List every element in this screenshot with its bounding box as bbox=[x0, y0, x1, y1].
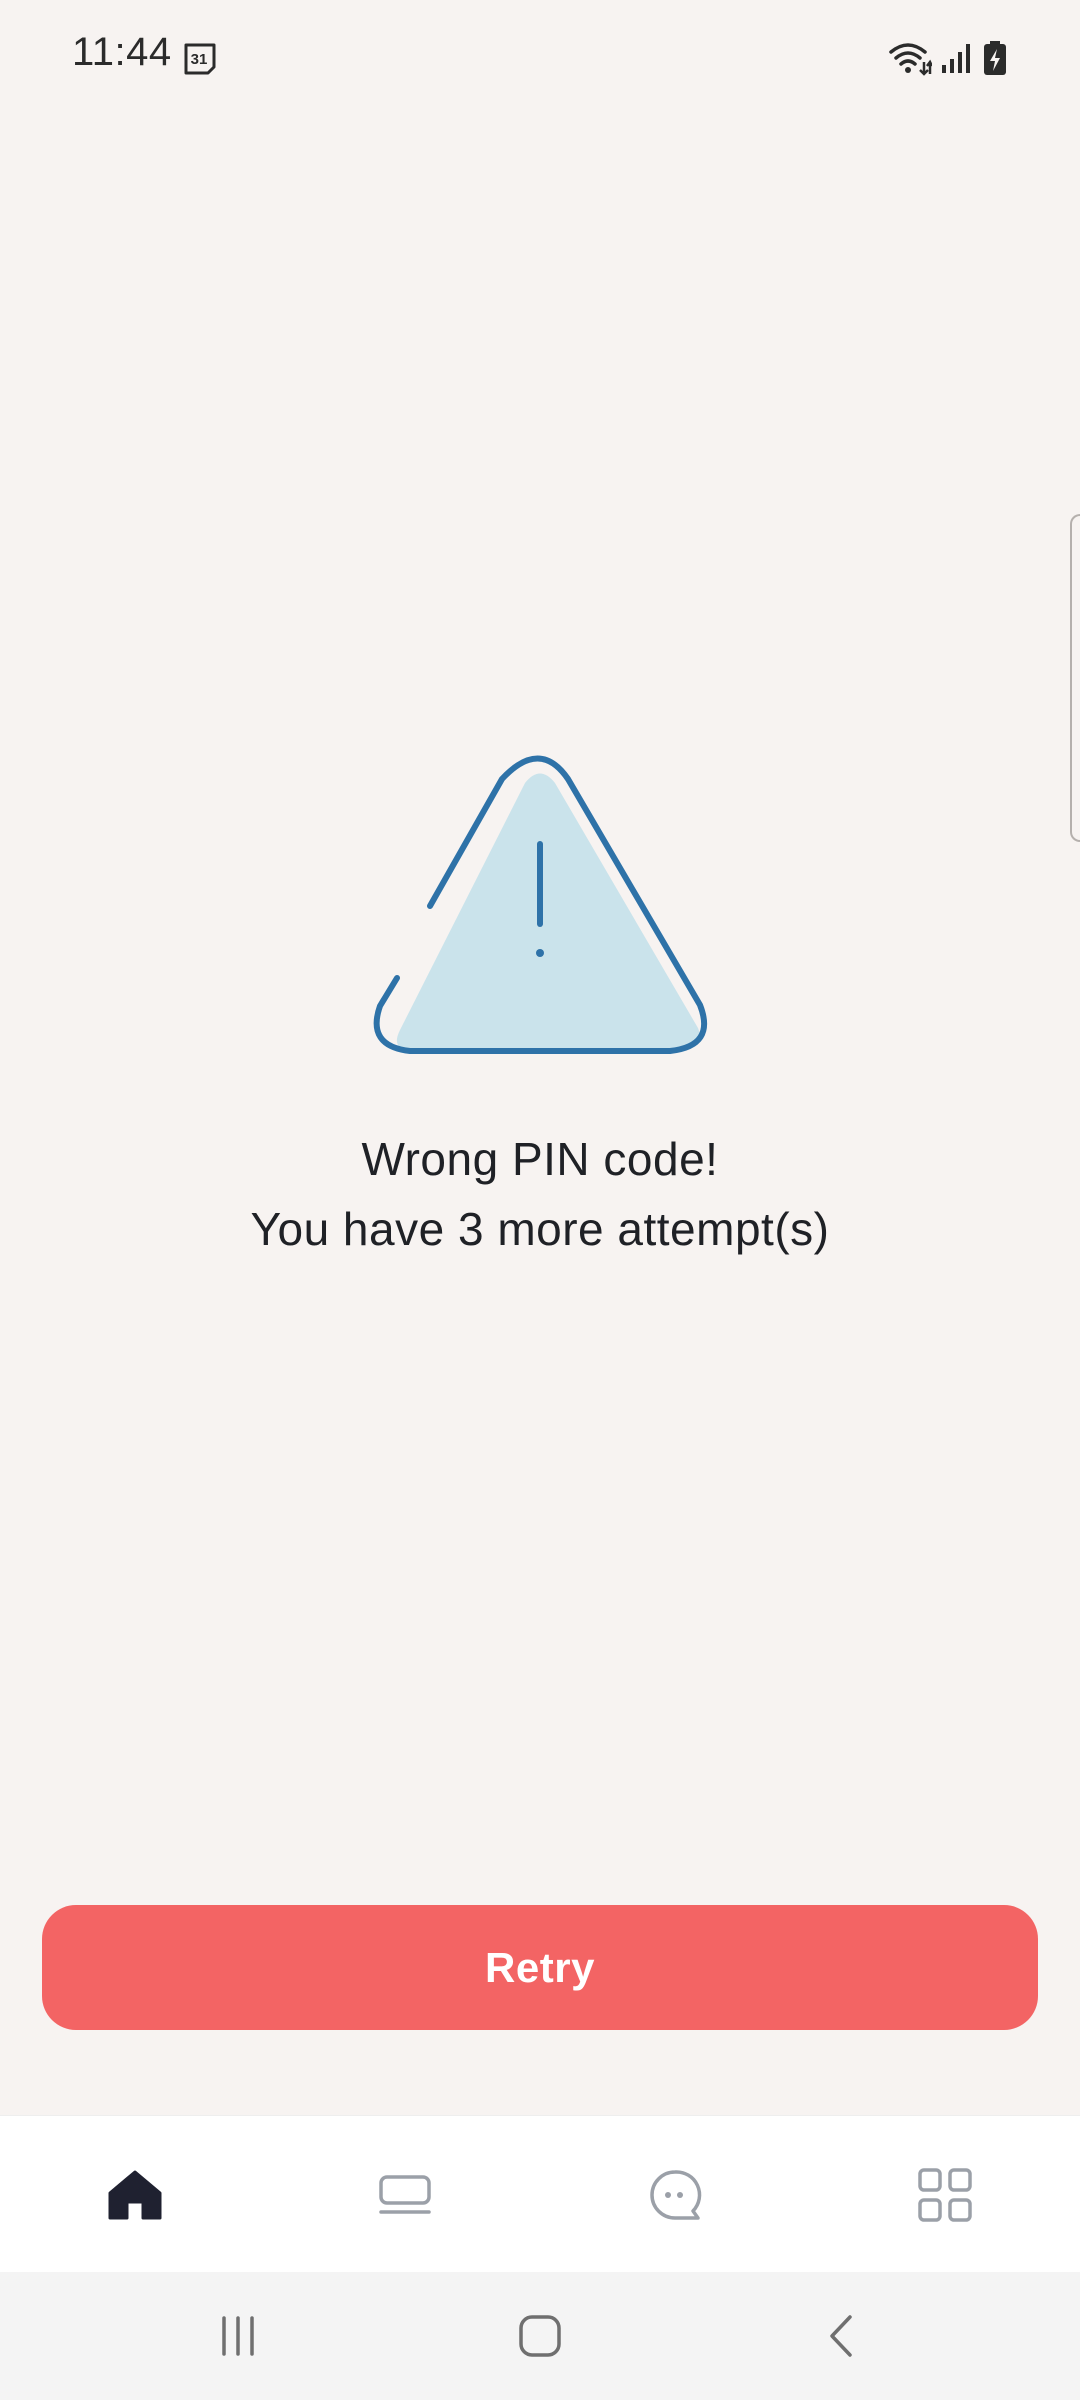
wifi-icon bbox=[889, 43, 932, 76]
edge-panel-handle[interactable] bbox=[1070, 514, 1080, 842]
chat-icon bbox=[650, 2169, 702, 2220]
nav-item-cards[interactable] bbox=[270, 2116, 540, 2273]
home-button-icon bbox=[519, 2315, 561, 2357]
bottom-nav bbox=[0, 2115, 1080, 2273]
system-home-button[interactable] bbox=[405, 2272, 675, 2400]
error-title: Wrong PIN code! bbox=[361, 1133, 719, 1185]
card-icon bbox=[379, 2174, 431, 2214]
signal-icon bbox=[942, 44, 970, 73]
retry-button[interactable]: Retry bbox=[42, 1905, 1038, 2030]
status-icons bbox=[888, 38, 1008, 78]
nav-item-home[interactable] bbox=[0, 2116, 270, 2273]
home-icon bbox=[108, 2170, 162, 2219]
recents-icon bbox=[222, 2316, 254, 2356]
nav-item-more[interactable] bbox=[810, 2116, 1080, 2273]
back-icon bbox=[830, 2315, 852, 2357]
warning-triangle-icon bbox=[373, 755, 708, 1054]
status-bar: 11:44 31 bbox=[0, 0, 1080, 120]
nav-item-chat[interactable] bbox=[540, 2116, 810, 2273]
calendar-icon: 31 bbox=[184, 43, 216, 75]
back-button[interactable] bbox=[707, 2272, 977, 2400]
system-nav-bar bbox=[0, 2272, 1080, 2400]
retry-button-label: Retry bbox=[485, 1943, 595, 1991]
battery-charging-icon bbox=[984, 41, 1006, 75]
recents-button[interactable] bbox=[103, 2272, 373, 2400]
wrong-pin-screen: 11:44 31 Wrong PIN code! You have 3 more… bbox=[0, 0, 1080, 2400]
grid-icon bbox=[918, 2167, 972, 2222]
status-time: 11:44 bbox=[72, 30, 172, 74]
attempts-remaining-text: You have 3 more attempt(s) bbox=[250, 1203, 830, 1255]
calendar-day: 31 bbox=[191, 51, 208, 68]
